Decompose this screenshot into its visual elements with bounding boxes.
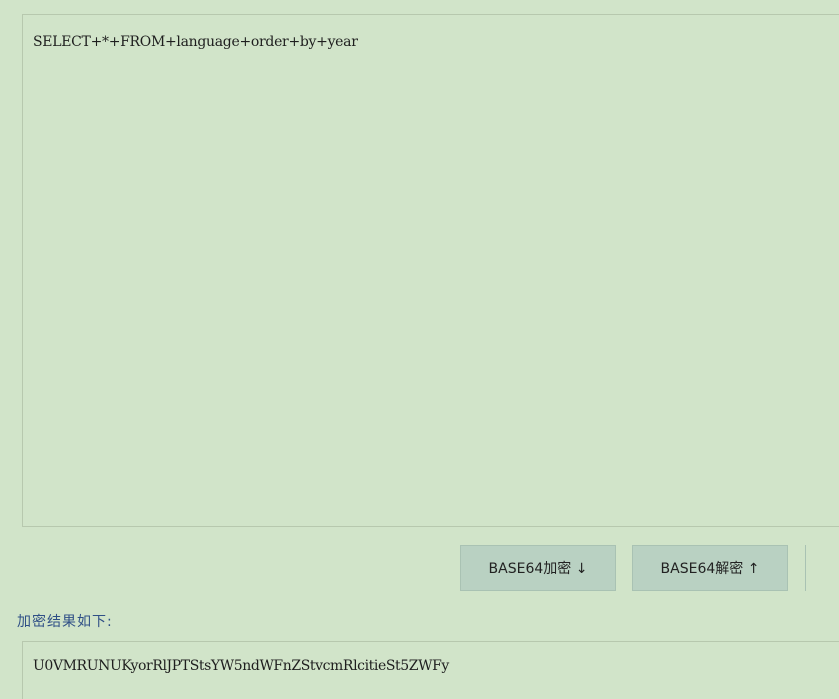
- partial-button-edge[interactable]: [805, 545, 839, 591]
- base64-encode-button[interactable]: BASE64加密 ↓: [460, 545, 616, 591]
- input-text: SELECT+*+FROM+language+order+by+year: [33, 34, 358, 50]
- base64-decode-button[interactable]: BASE64解密 ↑: [632, 545, 788, 591]
- output-text: U0VMRUNUKyorRlJPTStsYW5ndWFnZStvcmRlciti…: [33, 658, 449, 674]
- result-label: 加密结果如下:: [17, 614, 113, 630]
- output-textarea[interactable]: U0VMRUNUKyorRlJPTStsYW5ndWFnZStvcmRlciti…: [22, 641, 839, 699]
- input-textarea[interactable]: SELECT+*+FROM+language+order+by+year: [22, 14, 839, 527]
